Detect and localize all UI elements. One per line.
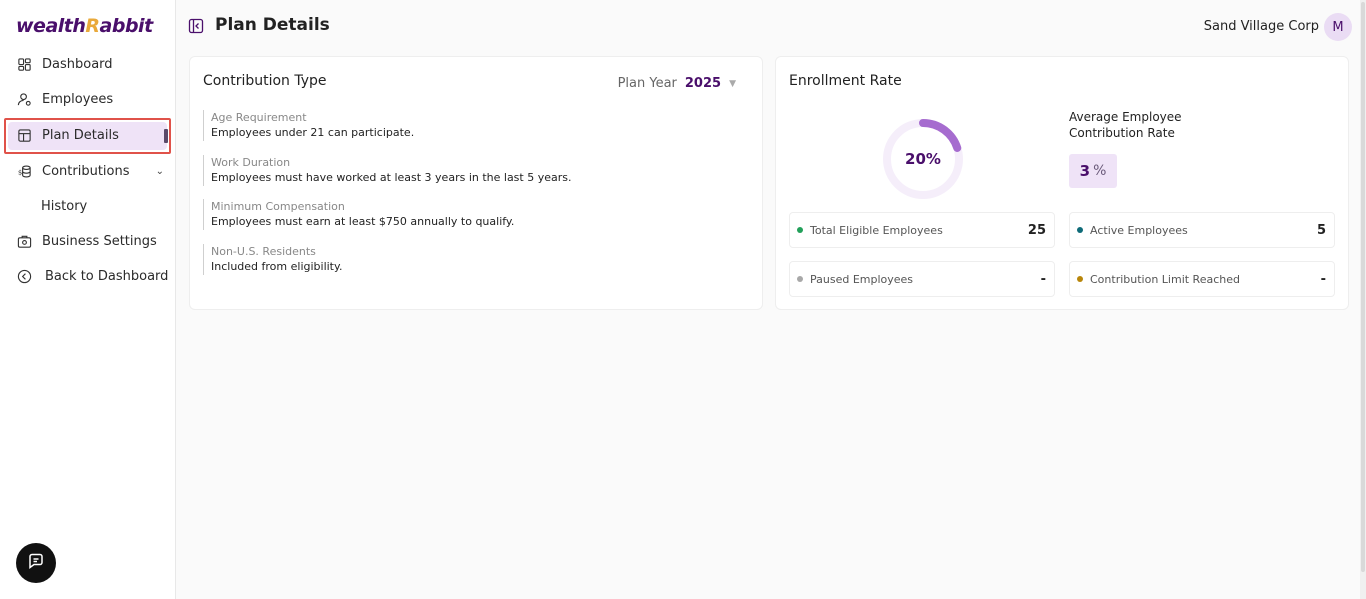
page-title: Plan Details	[215, 15, 330, 35]
avg-contribution-value: 3	[1079, 162, 1091, 180]
sidebar-item-plan-details[interactable]: Plan Details	[0, 117, 176, 154]
sidebar-item-back-to-dashboard[interactable]: Back to Dashboard	[0, 259, 176, 294]
requirement-value: Employees must have worked at least 3 ye…	[211, 171, 572, 184]
avg-contribution-label: Average Employee Contribution Rate	[1069, 110, 1182, 140]
requirement-value: Employees under 21 can participate.	[211, 126, 415, 139]
sidebar-item-business-settings[interactable]: Business Settings	[0, 224, 176, 259]
requirement-item: Age Requirement Employees under 21 can p…	[203, 110, 748, 141]
status-dot	[797, 276, 803, 282]
page-scrollbar[interactable]	[1360, 0, 1366, 599]
stat-value: 5	[1316, 222, 1326, 238]
grid-icon	[17, 57, 32, 72]
user-settings-icon	[17, 92, 32, 107]
sidebar-item-label: Business Settings	[42, 234, 157, 249]
requirement-value: Included from eligibility.	[211, 260, 343, 273]
plan-year-value: 2025	[684, 76, 722, 91]
card-title: Enrollment Rate	[789, 73, 902, 89]
requirement-label: Work Duration	[211, 156, 291, 169]
chevron-down-icon: ▼	[729, 78, 736, 89]
stat-total-eligible: Total Eligible Employees 25	[789, 212, 1055, 248]
stat-label: Active Employees	[1090, 223, 1188, 237]
requirement-label: Age Requirement	[211, 111, 307, 124]
stat-label: Contribution Limit Reached	[1090, 272, 1240, 286]
sidebar-item-label: Dashboard	[42, 57, 113, 72]
requirement-label: Non-U.S. Residents	[211, 245, 316, 258]
plan-year-label: Plan Year	[617, 76, 677, 91]
sidebar-item-employees[interactable]: Employees	[0, 82, 176, 117]
brand-logo[interactable]: wealthRabbit	[16, 14, 153, 38]
chevron-down-icon[interactable]: ⌄	[156, 166, 164, 177]
stat-label: Paused Employees	[810, 272, 914, 286]
stat-limit-reached: Contribution Limit Reached -	[1069, 261, 1335, 297]
sidebar-item-history[interactable]: History	[0, 189, 176, 224]
chat-icon	[27, 552, 45, 574]
sidebar-item-label: Plan Details	[42, 128, 119, 143]
status-dot	[1077, 227, 1083, 233]
stat-value: 25	[1027, 222, 1046, 238]
plan-year-select[interactable]: Plan Year 2025 ▼	[618, 76, 736, 91]
avg-contribution-badge: 3 %	[1069, 154, 1117, 188]
layout-icon	[17, 128, 32, 143]
sidebar-item-label: Back to Dashboard	[45, 269, 169, 284]
scrollbar-thumb[interactable]	[1361, 2, 1365, 572]
status-dot	[1077, 276, 1083, 282]
enrollment-rate-card: Enrollment Rate 20% Average Employee Con…	[775, 56, 1349, 310]
organization-name: Sand Village Corp	[1203, 19, 1319, 34]
sidebar-item-contributions[interactable]: $ Contributions ⌄	[0, 154, 176, 189]
requirement-item: Work Duration Employees must have worked…	[203, 155, 748, 186]
avg-contribution-unit: %	[1093, 163, 1107, 179]
sidebar-item-dashboard[interactable]: Dashboard	[0, 47, 176, 82]
sidebar-toggle-icon[interactable]	[188, 18, 204, 34]
sidebar-item-label: Employees	[42, 92, 114, 107]
requirement-item: Minimum Compensation Employees must earn…	[203, 199, 748, 230]
requirement-label: Minimum Compensation	[211, 200, 345, 213]
chat-button[interactable]	[16, 543, 56, 583]
back-arrow-icon	[17, 269, 32, 284]
sidebar-item-label: Contributions	[42, 164, 130, 179]
stat-active: Active Employees 5	[1069, 212, 1335, 248]
avatar[interactable]: M	[1324, 13, 1352, 41]
requirement-item: Non-U.S. Residents Included from eligibi…	[203, 244, 748, 275]
stat-value: -	[1040, 271, 1046, 287]
coins-icon: $	[17, 164, 32, 179]
enrollment-rate-value: 20%	[905, 150, 941, 168]
stat-paused: Paused Employees -	[789, 261, 1055, 297]
svg-text:$: $	[18, 168, 22, 176]
sidebar-item-label: History	[41, 199, 88, 214]
stat-label: Total Eligible Employees	[810, 223, 943, 237]
sidebar: wealthRabbit Dashboard Employees Plan De…	[0, 0, 176, 599]
active-indicator	[164, 129, 168, 143]
requirement-value: Employees must earn at least $750 annual…	[211, 215, 515, 228]
status-dot	[797, 227, 803, 233]
sidebar-nav: Dashboard Employees Plan Details $ Contr…	[0, 47, 176, 294]
stat-value: -	[1320, 271, 1326, 287]
card-title: Contribution Type	[203, 73, 327, 89]
briefcase-gear-icon	[17, 234, 32, 249]
contribution-type-card: Contribution Type Plan Year 2025 ▼ Age R…	[189, 56, 763, 310]
